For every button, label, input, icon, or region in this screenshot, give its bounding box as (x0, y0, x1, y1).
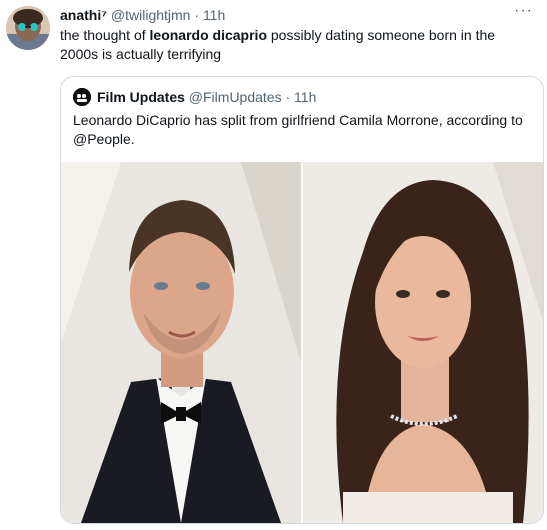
photo-woman (303, 162, 543, 523)
tweet-timestamp[interactable]: 11h (203, 7, 225, 23)
photo-right[interactable] (303, 162, 543, 523)
tweet[interactable]: anathi⁷ @twilightjmn · 11h ··· the thoug… (0, 0, 547, 530)
quoted-text: Leonardo DiCaprio has split from girlfri… (73, 112, 523, 147)
photo-man-in-tuxedo (61, 162, 301, 523)
author-handle[interactable]: @twilightjmn (111, 7, 191, 23)
header-separator: · (194, 7, 200, 23)
quoted-header: Film Updates @FilmUpdates · 11h (97, 88, 316, 106)
quoted-author-name[interactable]: Film Updates (97, 89, 185, 105)
author-name[interactable]: anathi⁷ (60, 7, 107, 23)
photo-left[interactable] (61, 162, 301, 523)
quoted-timestamp[interactable]: 11h (294, 89, 316, 105)
avatar[interactable] (6, 6, 50, 50)
film-logo-icon (73, 88, 91, 106)
quoted-separator: · (285, 89, 291, 105)
tweet-text-bold: leonardo dicaprio (149, 27, 267, 43)
tweet-text-pre: the thought of (60, 27, 150, 43)
quoted-author-handle[interactable]: @FilmUpdates (189, 89, 282, 105)
quoted-tweet[interactable]: Film Updates @FilmUpdates · 11h Leonardo… (60, 76, 544, 524)
quoted-avatar (73, 88, 91, 106)
quoted-media[interactable] (61, 162, 543, 523)
tweet-text: the thought of leonardo dicaprio possibl… (60, 26, 530, 64)
more-icon[interactable]: ··· (514, 2, 533, 20)
avatar-image (6, 6, 50, 50)
tweet-header: anathi⁷ @twilightjmn · 11h (60, 6, 225, 24)
